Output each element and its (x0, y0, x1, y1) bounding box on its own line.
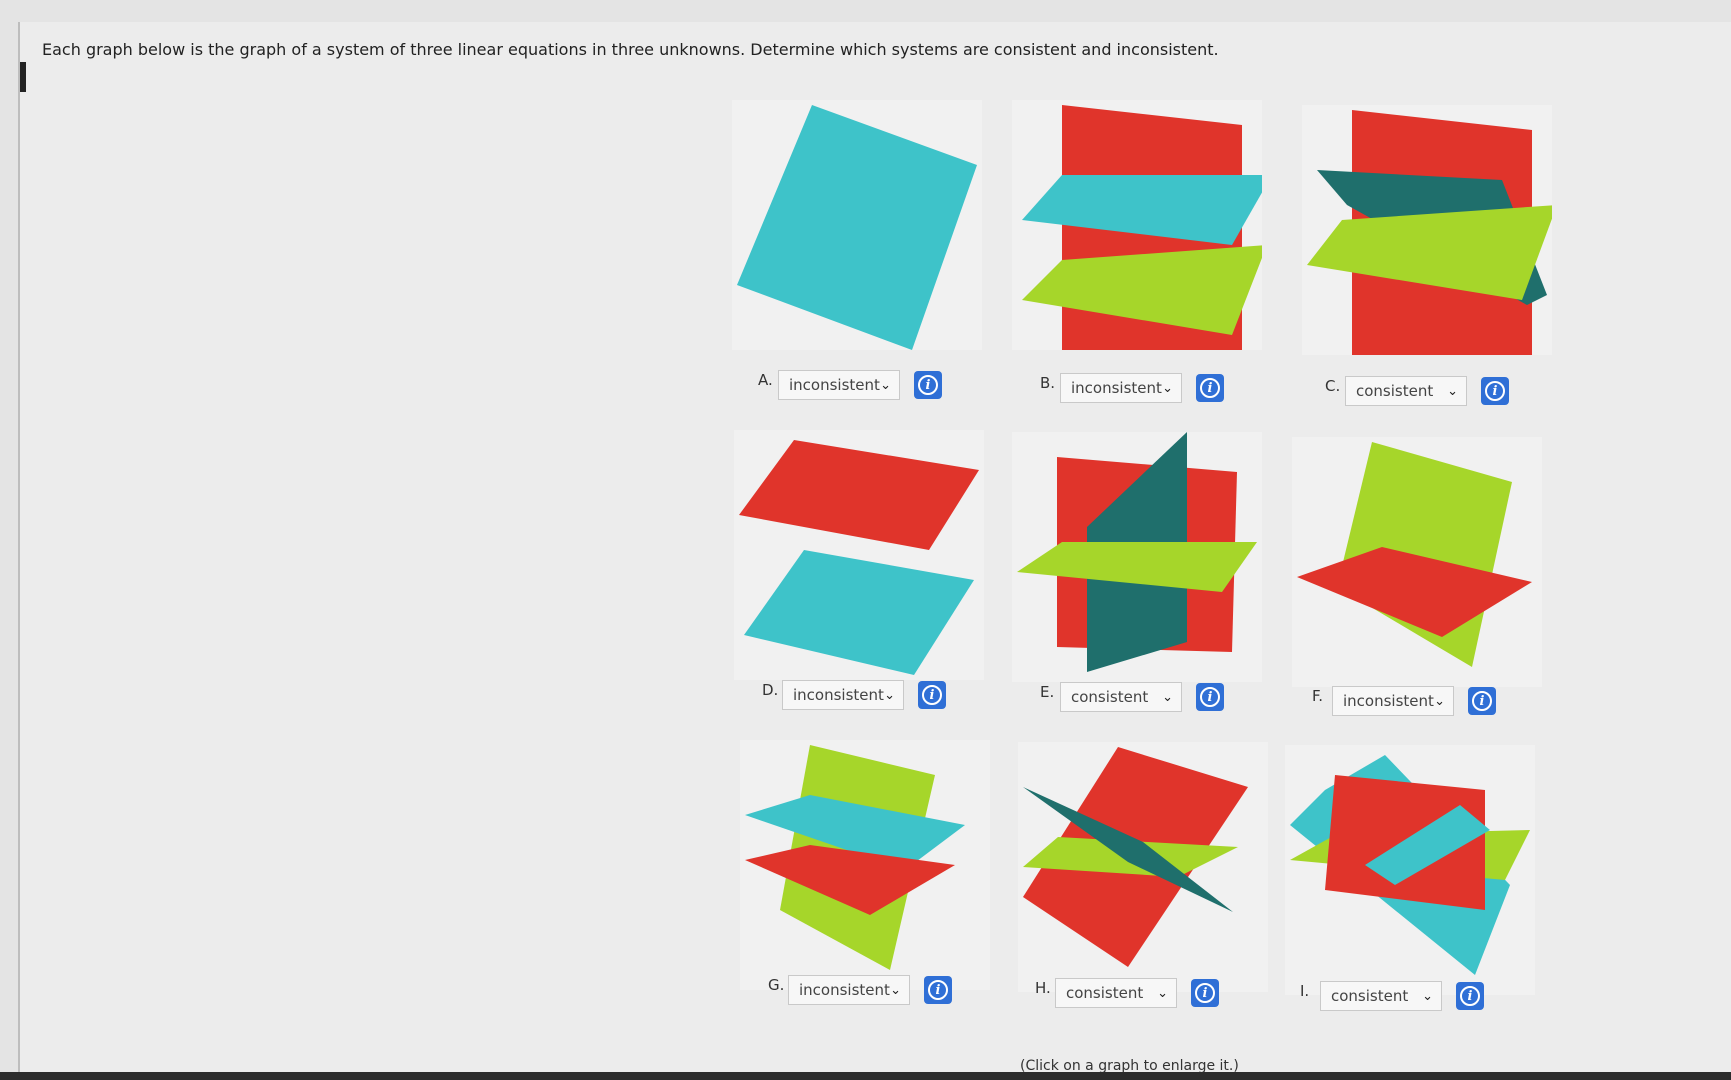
label-i: I. (1300, 982, 1310, 1000)
info-button-e[interactable]: i (1196, 683, 1224, 711)
graph-h[interactable] (1018, 742, 1268, 992)
answer-value-g: inconsistent (799, 981, 890, 999)
info-button-c[interactable]: i (1481, 377, 1509, 405)
answer-row-b: B. inconsistent ⌄ i (1040, 373, 1224, 403)
answer-value-c: consistent (1356, 382, 1434, 400)
info-button-h[interactable]: i (1191, 979, 1219, 1007)
label-a: A. (758, 371, 773, 389)
info-icon: i (922, 685, 942, 705)
graph-g[interactable] (740, 740, 990, 990)
panel-marker (20, 62, 26, 92)
answer-row-e: E. consistent ⌄ i (1040, 682, 1224, 712)
graph-i-image (1290, 755, 1530, 975)
info-button-f[interactable]: i (1468, 687, 1496, 715)
info-button-i[interactable]: i (1456, 982, 1484, 1010)
question-text: Each graph below is the graph of a syste… (42, 40, 1219, 59)
info-icon: i (1460, 986, 1480, 1006)
answer-select-b[interactable]: inconsistent ⌄ (1060, 373, 1182, 403)
graph-b[interactable] (1012, 100, 1262, 350)
graph-e[interactable] (1012, 432, 1262, 682)
answer-select-d[interactable]: inconsistent ⌄ (782, 680, 904, 710)
chevron-down-icon: ⌄ (1157, 985, 1168, 1001)
answer-row-h: H. consistent ⌄ i (1035, 978, 1219, 1008)
answer-value-d: inconsistent (793, 686, 884, 704)
graph-g-image (745, 745, 965, 970)
label-d: D. (762, 681, 779, 699)
graph-c[interactable] (1302, 105, 1552, 355)
answer-select-c[interactable]: consistent ⌄ (1345, 376, 1467, 406)
info-icon: i (1195, 983, 1215, 1003)
chevron-down-icon: ⌄ (1162, 689, 1173, 705)
answer-row-g: G. inconsistent ⌄ i (768, 975, 952, 1005)
answer-value-i: consistent (1331, 987, 1409, 1005)
info-button-b[interactable]: i (1196, 374, 1224, 402)
graph-f-image (1297, 442, 1532, 667)
info-icon: i (918, 375, 938, 395)
chevron-down-icon: ⌄ (1447, 383, 1458, 399)
label-h: H. (1035, 979, 1051, 997)
info-icon: i (1200, 687, 1220, 707)
answer-value-f: inconsistent (1343, 692, 1434, 710)
info-button-a[interactable]: i (914, 371, 942, 399)
graph-h-image (1023, 747, 1248, 967)
chevron-down-icon: ⌄ (880, 377, 891, 393)
label-g: G. (768, 976, 785, 994)
answer-value-e: consistent (1071, 688, 1149, 706)
answer-select-a[interactable]: inconsistent ⌄ (778, 370, 900, 400)
graph-a[interactable] (732, 100, 982, 350)
answer-row-f: F. inconsistent ⌄ i (1312, 686, 1496, 716)
graph-d-image (739, 440, 979, 675)
chevron-down-icon: ⌄ (890, 982, 901, 998)
answer-row-a: A. inconsistent ⌄ i (758, 370, 942, 400)
label-c: C. (1325, 377, 1341, 395)
graph-a-image (737, 105, 977, 350)
graph-e-image (1017, 432, 1257, 672)
label-f: F. (1312, 687, 1323, 705)
label-b: B. (1040, 374, 1056, 392)
chevron-down-icon: ⌄ (1422, 988, 1433, 1004)
answer-value-b: inconsistent (1071, 379, 1162, 397)
info-button-d[interactable]: i (918, 681, 946, 709)
answer-row-d: D. inconsistent ⌄ i (762, 680, 946, 710)
answer-select-i[interactable]: consistent ⌄ (1320, 981, 1442, 1011)
answer-row-i: I. consistent ⌄ i (1300, 981, 1484, 1011)
bottom-bar (0, 1072, 1731, 1080)
chevron-down-icon: ⌄ (884, 687, 895, 703)
graph-d[interactable] (734, 430, 984, 680)
graph-b-image (1022, 105, 1262, 350)
answer-value-a: inconsistent (789, 376, 880, 394)
label-e: E. (1040, 683, 1055, 701)
info-icon: i (928, 980, 948, 1000)
graph-i[interactable] (1285, 745, 1535, 995)
chevron-down-icon: ⌄ (1434, 693, 1445, 709)
answer-row-c: C. consistent ⌄ i (1325, 376, 1509, 406)
answer-value-h: consistent (1066, 984, 1144, 1002)
info-icon: i (1485, 381, 1505, 401)
graph-c-image (1307, 110, 1552, 355)
info-button-g[interactable]: i (924, 976, 952, 1004)
info-icon: i (1200, 378, 1220, 398)
info-icon: i (1472, 691, 1492, 711)
answer-select-g[interactable]: inconsistent ⌄ (788, 975, 910, 1005)
graph-f[interactable] (1292, 437, 1542, 687)
answer-select-e[interactable]: consistent ⌄ (1060, 682, 1182, 712)
answer-select-h[interactable]: consistent ⌄ (1055, 978, 1177, 1008)
chevron-down-icon: ⌄ (1162, 380, 1173, 396)
answer-select-f[interactable]: inconsistent ⌄ (1332, 686, 1454, 716)
